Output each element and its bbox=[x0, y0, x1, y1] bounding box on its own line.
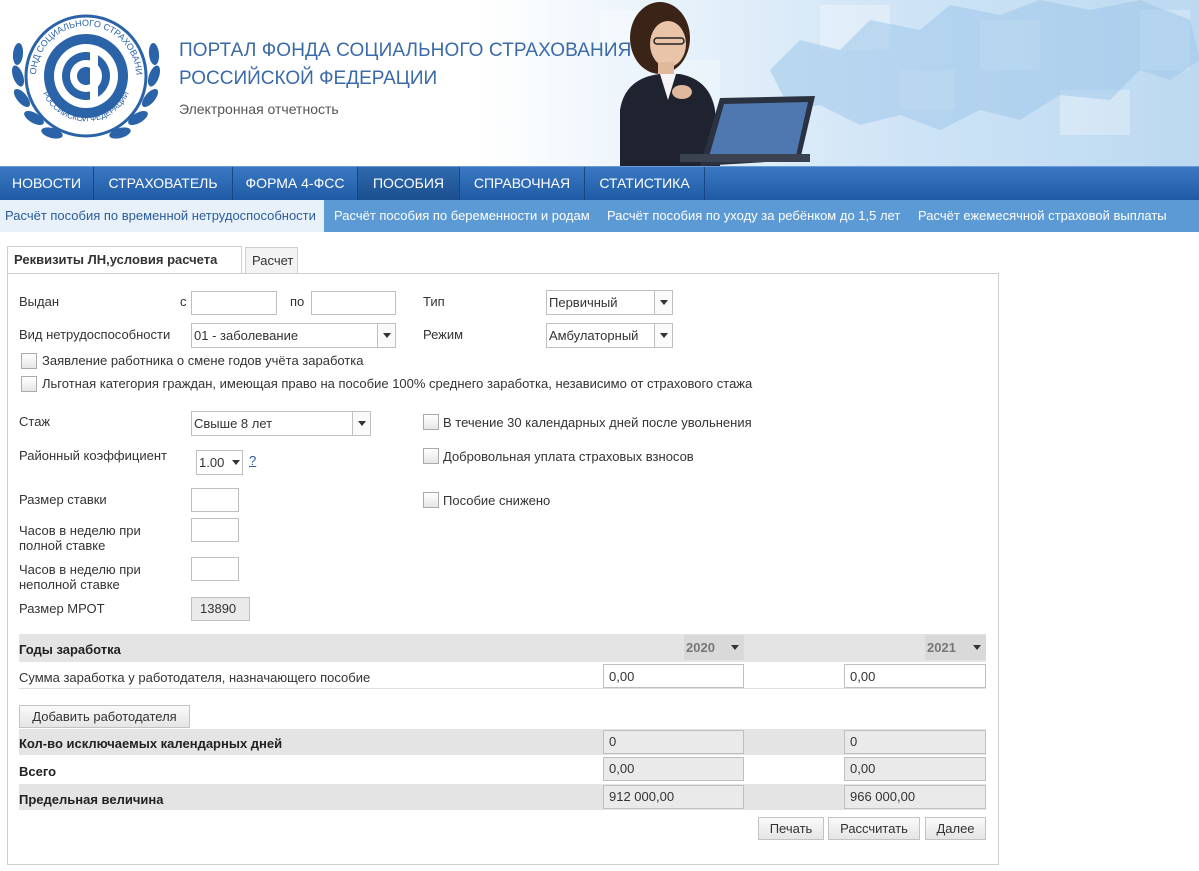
chevron-down-icon bbox=[654, 291, 672, 314]
woman-with-laptop-image bbox=[620, 2, 815, 166]
years-change-checkbox[interactable] bbox=[21, 353, 37, 369]
to-label: по bbox=[290, 294, 305, 309]
limit-label: Предельная величина bbox=[19, 792, 164, 807]
privileged-checkbox[interactable] bbox=[21, 376, 37, 392]
site-header: ФОНД СОЦИАЛЬНОГО СТРАХОВАНИЯ РОССИЙСКОЙ … bbox=[0, 0, 1199, 166]
issued-label: Выдан bbox=[19, 294, 60, 309]
subnav-monthly-payment[interactable]: Расчёт ежемесячной страховой выплаты bbox=[913, 200, 1172, 232]
rate-label: Размер ставки bbox=[19, 492, 107, 507]
main-nav: НОВОСТИ СТРАХОВАТЕЛЬ ФОРМА 4-ФСС ПОСОБИЯ… bbox=[0, 166, 1199, 200]
years-header-band bbox=[19, 634, 986, 662]
total-year1-value: 0,00 bbox=[603, 757, 744, 781]
nav-item-statistics[interactable]: СТАТИСТИКА bbox=[585, 167, 705, 200]
nav-item-form-4fss[interactable]: ФОРМА 4-ФСС bbox=[233, 167, 358, 200]
disability-select[interactable]: 01 - заболевание bbox=[191, 323, 396, 348]
from-label: с bbox=[180, 294, 187, 309]
hours-part-input[interactable] bbox=[191, 557, 239, 581]
mode-select-value: Амбулаторный bbox=[549, 328, 639, 343]
portal-title-line2: РОССИЙСКОЙ ФЕДЕРАЦИИ bbox=[179, 68, 438, 89]
limit-year1-value: 912 000,00 bbox=[603, 785, 744, 809]
hours-part-label-line1: Часов в неделю при bbox=[19, 562, 141, 577]
portal-title-line1: ПОРТАЛ ФОНДА СОЦИАЛЬНОГО СТРАХОВАНИЯ bbox=[179, 40, 632, 61]
nav-item-reference[interactable]: СПРАВОЧНАЯ bbox=[460, 167, 585, 200]
voluntary-payment-checkbox[interactable] bbox=[423, 448, 439, 464]
issued-to-input[interactable] bbox=[311, 291, 396, 315]
sub-nav: Расчёт пособия по временной нетрудоспосо… bbox=[0, 200, 1199, 232]
nav-item-benefits[interactable]: ПОСОБИЯ bbox=[358, 167, 460, 200]
voluntary-payment-label: Добровольная уплата страховых взносов bbox=[443, 449, 694, 464]
benefit-reduced-label: Пособие снижено bbox=[443, 493, 551, 508]
chevron-down-icon bbox=[377, 324, 395, 347]
year1-value: 2020 bbox=[686, 640, 715, 655]
next-button[interactable]: Далее bbox=[925, 817, 986, 840]
excluded-label: Кол-во исключаемых календарных дней bbox=[19, 736, 283, 751]
limit-year2-value: 966 000,00 bbox=[844, 785, 986, 809]
chevron-down-icon bbox=[352, 412, 370, 435]
type-select[interactable]: Первичный bbox=[546, 290, 673, 315]
total-year2-value: 0,00 bbox=[844, 757, 986, 781]
mode-select[interactable]: Амбулаторный bbox=[546, 323, 673, 348]
excluded-year1-value: 0 bbox=[603, 730, 744, 754]
experience-label: Стаж bbox=[19, 414, 51, 429]
sum-year2-input[interactable] bbox=[844, 664, 986, 688]
after-dismissal-checkbox[interactable] bbox=[423, 414, 439, 430]
chevron-down-icon bbox=[654, 324, 672, 347]
help-link[interactable]: ? bbox=[249, 453, 256, 468]
tab-requisites[interactable]: Реквизиты ЛН,условия расчета bbox=[7, 246, 242, 274]
regional-coefficient-label: Районный коэффициент bbox=[19, 448, 167, 463]
experience-select[interactable]: Свыше 8 лет bbox=[191, 411, 371, 436]
portal-subtitle: Электронная отчетность bbox=[179, 101, 339, 117]
issued-from-input[interactable] bbox=[191, 291, 277, 315]
chevron-down-icon bbox=[227, 451, 242, 474]
calculate-button[interactable]: Рассчитать bbox=[828, 817, 920, 840]
year2-select[interactable]: 2021 bbox=[925, 635, 986, 660]
sum-label: Сумма заработка у работодателя, назначаю… bbox=[19, 670, 371, 685]
year2-value: 2021 bbox=[927, 640, 956, 655]
excluded-year2-value: 0 bbox=[844, 730, 986, 754]
regional-coefficient-select[interactable]: 1.00 bbox=[196, 450, 243, 475]
chevron-down-icon bbox=[726, 635, 744, 660]
nav-item-news[interactable]: НОВОСТИ bbox=[0, 167, 94, 200]
hours-full-input[interactable] bbox=[191, 518, 239, 542]
hours-full-label-line1: Часов в неделю при bbox=[19, 523, 141, 538]
mrot-label: Размер МРОТ bbox=[19, 601, 105, 616]
total-label: Всего bbox=[19, 764, 57, 779]
print-button[interactable]: Печать bbox=[758, 817, 824, 840]
hours-part-label-line2: неполной ставке bbox=[19, 577, 120, 592]
total-row-band bbox=[19, 756, 986, 782]
years-label: Годы заработка bbox=[19, 642, 121, 657]
subnav-child-care[interactable]: Расчёт пособия по уходу за ребёнком до 1… bbox=[602, 200, 905, 232]
nav-item-insurer[interactable]: СТРАХОВАТЕЛЬ bbox=[94, 167, 233, 200]
hours-full-label-line2: полной ставке bbox=[19, 538, 106, 553]
disability-label: Вид нетрудоспособности bbox=[19, 327, 171, 342]
type-select-value: Первичный bbox=[549, 295, 618, 310]
rate-input[interactable] bbox=[191, 488, 239, 512]
mode-label: Режим bbox=[423, 327, 464, 342]
mrot-value: 13890 bbox=[191, 597, 250, 621]
privileged-label: Льготная категория граждан, имеющая прав… bbox=[42, 376, 753, 391]
tab-calculation[interactable]: Расчет bbox=[245, 247, 298, 274]
regional-coefficient-value: 1.00 bbox=[199, 455, 225, 470]
after-dismissal-label: В течение 30 календарных дней после увол… bbox=[443, 415, 752, 430]
experience-select-value: Свыше 8 лет bbox=[194, 416, 273, 431]
fss-logo: ФОНД СОЦИАЛЬНОГО СТРАХОВАНИЯ РОССИЙСКОЙ … bbox=[4, 6, 161, 139]
add-employer-button[interactable]: Добавить работодателя bbox=[19, 705, 190, 728]
benefit-reduced-checkbox[interactable] bbox=[423, 492, 439, 508]
mrot-value-text: 13890 bbox=[200, 601, 237, 616]
type-label: Тип bbox=[423, 294, 445, 309]
chevron-down-icon bbox=[968, 635, 986, 660]
subnav-pregnancy[interactable]: Расчёт пособия по беременности и родам bbox=[329, 200, 595, 232]
subnav-temporary-disability[interactable]: Расчёт пособия по временной нетрудоспосо… bbox=[0, 200, 324, 232]
years-change-label: Заявление работника о смене годов учёта … bbox=[42, 353, 364, 368]
sum-year1-input[interactable] bbox=[603, 664, 744, 688]
year1-select[interactable]: 2020 bbox=[684, 635, 744, 660]
disability-select-value: 01 - заболевание bbox=[194, 328, 299, 343]
limit-row-band bbox=[19, 784, 986, 810]
